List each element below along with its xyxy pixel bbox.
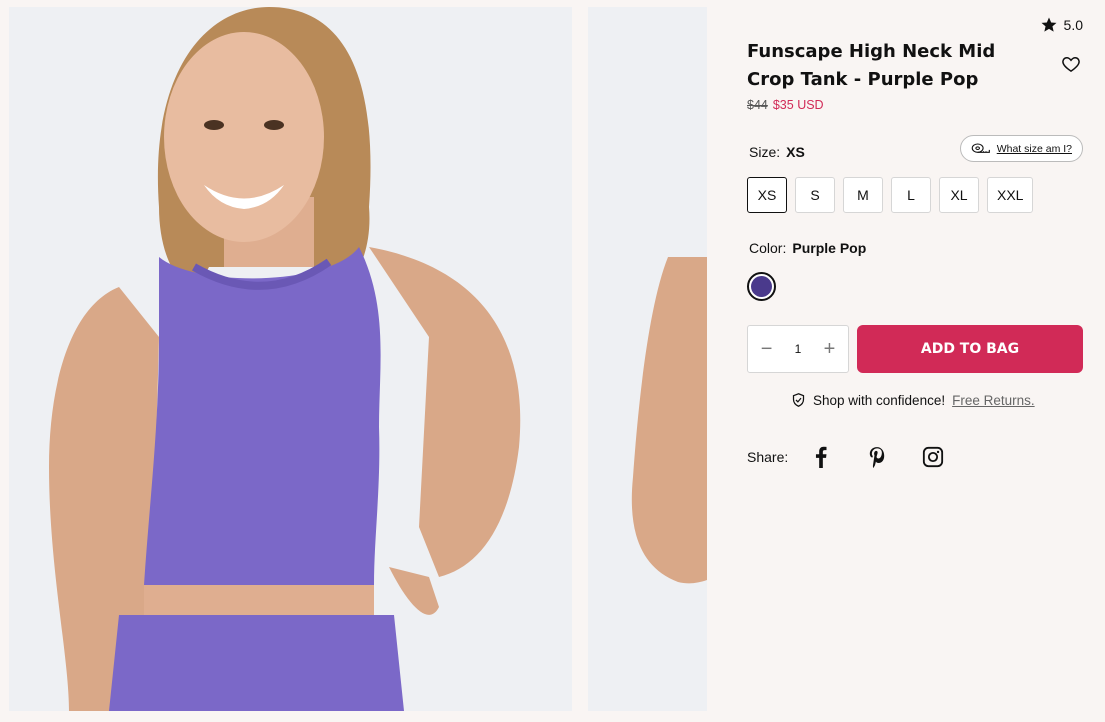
measuring-tape-icon — [971, 142, 990, 153]
size-option-m[interactable]: M — [843, 177, 883, 213]
facebook-icon[interactable] — [810, 446, 832, 468]
size-option-s[interactable]: S — [795, 177, 835, 213]
share-bar: Share: — [747, 446, 978, 468]
size-options: XS S M L XL XXL — [747, 177, 1034, 213]
size-option-xxl[interactable]: XXL — [987, 177, 1034, 213]
color-selected: Purple Pop — [792, 240, 867, 256]
size-selected: XS — [786, 144, 805, 160]
pinterest-icon[interactable] — [866, 446, 888, 468]
color-label: Color: — [749, 240, 787, 256]
add-to-bag-button[interactable]: ADD TO BAG — [857, 325, 1083, 373]
product-gallery — [0, 0, 707, 722]
rating[interactable]: 5.0 — [1040, 16, 1083, 34]
free-returns-link[interactable]: Free Returns. — [952, 393, 1035, 408]
price: $44 $35 USD — [747, 98, 824, 112]
color-swatch-purple-pop[interactable] — [747, 272, 776, 301]
size-guide-label: What size am I? — [996, 142, 1072, 155]
rating-value: 5.0 — [1063, 17, 1083, 33]
size-label: Size: — [749, 144, 781, 160]
swatch-fill — [751, 276, 772, 297]
size-guide-button[interactable]: What size am I? — [959, 135, 1083, 162]
star-icon — [1041, 17, 1057, 32]
product-photo-back[interactable] — [588, 7, 707, 711]
quantity-decrement-button[interactable]: − — [758, 338, 776, 360]
quantity-value[interactable]: 1 — [795, 342, 802, 356]
price-sale: $35 USD — [772, 98, 824, 112]
quantity-stepper: − 1 + — [747, 325, 849, 373]
size-option-xl[interactable]: XL — [939, 177, 979, 213]
product-details-panel: 5.0 Funscape High Neck Mid Crop Tank - P… — [707, 0, 1105, 722]
instagram-icon[interactable] — [922, 446, 944, 468]
share-label: Share: — [747, 449, 789, 465]
product-photo-front[interactable] — [9, 7, 572, 711]
quantity-increment-button[interactable]: + — [820, 338, 838, 360]
product-title: Funscape High Neck Mid Crop Tank - Purpl… — [747, 41, 996, 90]
size-option-xs[interactable]: XS — [747, 177, 787, 213]
shop-confidence: Shop with confidence! Free Returns. — [791, 392, 1035, 408]
confidence-text: Shop with confidence! — [813, 392, 946, 408]
size-option-l[interactable]: L — [891, 177, 931, 213]
price-original: $44 — [747, 98, 768, 112]
color-heading: Color: Purple Pop — [749, 240, 866, 256]
heart-icon[interactable] — [1061, 54, 1081, 74]
shield-check-icon — [792, 393, 805, 407]
size-heading: Size: XS — [749, 144, 805, 160]
